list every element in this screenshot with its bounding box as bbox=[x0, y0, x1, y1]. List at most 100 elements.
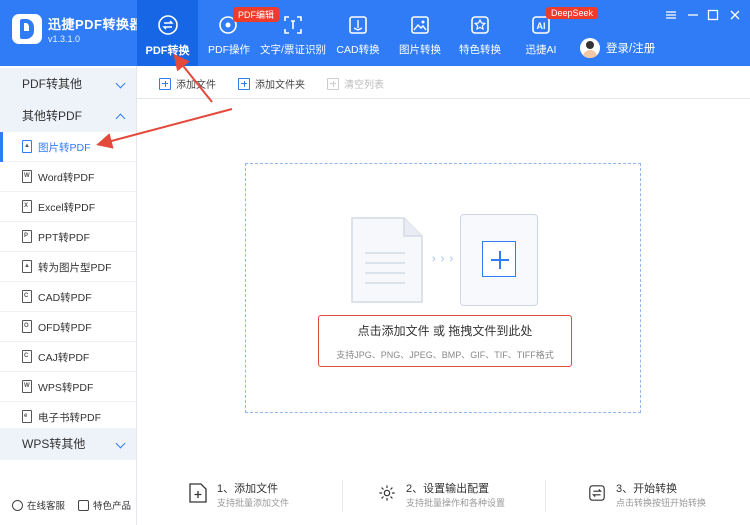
clear-list-label: 清空列表 bbox=[344, 80, 384, 91]
tab-cad[interactable]: CAD转换 bbox=[330, 0, 386, 66]
minimize-icon[interactable] bbox=[686, 8, 700, 22]
ofd-file-icon: O bbox=[22, 320, 32, 333]
chevron-down-icon bbox=[115, 438, 126, 449]
add-file-button[interactable]: 添加文件 bbox=[159, 76, 216, 91]
convert-icon bbox=[157, 15, 178, 35]
featured-products-button[interactable]: 特色产品 bbox=[78, 498, 131, 512]
title-bar: 迅捷PDF转换器 v1.3.1.0 PDF转换 PDF操作 PDF编辑 文字/票… bbox=[0, 0, 750, 66]
products-label: 特色产品 bbox=[93, 501, 132, 512]
sidebar-item-label: PPT转PDF bbox=[38, 232, 90, 244]
step-title: 3、开始转换 bbox=[616, 483, 678, 495]
chevron-up-icon bbox=[115, 113, 126, 124]
step-add-file: 1、添加文件 支持批量添加文件 bbox=[189, 478, 329, 514]
wps-file-icon: W bbox=[22, 380, 32, 393]
products-icon bbox=[78, 499, 89, 511]
ebook-file-icon: e bbox=[22, 410, 32, 423]
drop-hint[interactable]: 点击添加文件 或 拖拽文件到此处 支持JPG、PNG、JPEG、BMP、GIF、… bbox=[318, 315, 572, 367]
file-drop-zone[interactable] bbox=[245, 163, 641, 413]
sidebar-item-label: CAD转PDF bbox=[38, 292, 92, 304]
sidebar-item-caj-to-pdf[interactable]: C CAJ转PDF bbox=[0, 342, 136, 372]
drop-hint-formats: 支持JPG、PNG、JPEG、BMP、GIF、TIF、TIFF格式 bbox=[336, 350, 554, 360]
sidebar-item-ofd-to-pdf[interactable]: O OFD转PDF bbox=[0, 312, 136, 342]
app-logo-icon bbox=[12, 14, 42, 44]
step-sub: 支持批量操作和各种设置 bbox=[406, 498, 506, 508]
step-sub: 支持批量添加文件 bbox=[217, 498, 290, 508]
group-label: PDF转其他 bbox=[22, 77, 83, 91]
app-name: 迅捷PDF转换器 bbox=[48, 17, 144, 32]
close-icon[interactable] bbox=[728, 8, 742, 22]
sidebar-item-excel-to-pdf[interactable]: X Excel转PDF bbox=[0, 192, 136, 222]
pdf-edit-badge: PDF编辑 bbox=[233, 7, 280, 22]
sidebar-item-label: CAJ转PDF bbox=[38, 352, 90, 364]
sidebar-item-label: OFD转PDF bbox=[38, 322, 92, 334]
tab-special-convert[interactable]: 特色转换 bbox=[452, 0, 508, 66]
ocr-scan-icon bbox=[284, 16, 302, 34]
tab-label: 迅捷AI bbox=[525, 44, 557, 56]
sidebar-group-other-to-pdf[interactable]: 其他转PDF bbox=[0, 100, 136, 132]
sidebar-item-label: 转为图片型PDF bbox=[38, 262, 112, 274]
step-divider bbox=[342, 480, 343, 512]
add-file-label: 添加文件 bbox=[176, 80, 216, 91]
deepseek-badge: DeepSeek bbox=[546, 7, 599, 19]
step-title: 1、添加文件 bbox=[217, 483, 279, 495]
caj-file-icon: C bbox=[22, 350, 32, 363]
convert-step-icon bbox=[589, 485, 605, 501]
drop-hint-main: 点击添加文件 或 拖拽文件到此处 bbox=[357, 324, 533, 338]
add-folder-icon bbox=[238, 77, 250, 90]
document-icon bbox=[351, 217, 423, 303]
sidebar-item-word-to-pdf[interactable]: W Word转PDF bbox=[0, 162, 136, 192]
tab-image-convert[interactable]: 图片转换 bbox=[392, 0, 448, 66]
chevron-down-icon bbox=[115, 78, 126, 89]
sidebar-item-label: Word转PDF bbox=[38, 172, 95, 184]
sidebar-item-label: WPS转PDF bbox=[38, 382, 94, 394]
svg-text:AI: AI bbox=[537, 21, 546, 31]
tab-label: 特色转换 bbox=[459, 44, 501, 56]
image-icon bbox=[411, 16, 429, 34]
sidebar-item-label: 电子书转PDF bbox=[38, 412, 101, 424]
add-file-icon bbox=[159, 77, 171, 90]
login-label: 登录/注册 bbox=[606, 43, 656, 55]
login-button[interactable]: 登录/注册 bbox=[580, 38, 655, 58]
add-box[interactable] bbox=[460, 214, 538, 306]
cad-icon bbox=[349, 16, 367, 34]
star-icon bbox=[471, 16, 489, 34]
sidebar: PDF转其他 其他转PDF ▲ 图片转PDF W Word转PDF X Exce… bbox=[0, 66, 137, 525]
step-start-convert: 3、开始转换 点击转换按钮开始转换 bbox=[588, 478, 728, 514]
step-title: 2、设置输出配置 bbox=[406, 483, 490, 495]
sidebar-item-cad-to-pdf[interactable]: C CAD转PDF bbox=[0, 282, 136, 312]
clear-list-button[interactable]: 清空列表 bbox=[327, 76, 384, 91]
avatar bbox=[580, 38, 600, 58]
menu-icon[interactable] bbox=[664, 8, 678, 22]
sidebar-item-ppt-to-pdf[interactable]: P PPT转PDF bbox=[0, 222, 136, 252]
app-version: v1.3.1.0 bbox=[48, 34, 81, 44]
image-pdf-icon: ▲ bbox=[22, 260, 32, 273]
sidebar-item-wps-to-pdf[interactable]: W WPS转PDF bbox=[0, 372, 136, 402]
sidebar-item-image-type-pdf[interactable]: ▲ 转为图片型PDF bbox=[0, 252, 136, 282]
tab-label: 文字/票证识别 bbox=[260, 44, 326, 56]
online-support-button[interactable]: 在线客服 bbox=[12, 498, 65, 512]
sidebar-item-image-to-pdf[interactable]: ▲ 图片转PDF bbox=[0, 132, 136, 162]
support-icon bbox=[12, 499, 23, 511]
step-sub: 点击转换按钮开始转换 bbox=[616, 498, 707, 508]
plus-icon bbox=[482, 241, 516, 277]
arrows-icon: › › › bbox=[432, 253, 455, 265]
add-folder-label: 添加文件夹 bbox=[255, 80, 305, 91]
add-folder-button[interactable]: 添加文件夹 bbox=[238, 76, 305, 91]
step-output-settings: 2、设置输出配置 支持批量操作和各种设置 bbox=[378, 478, 518, 514]
tab-pdf-convert[interactable]: PDF转换 bbox=[137, 0, 198, 66]
tab-label: PDF操作 bbox=[208, 44, 250, 56]
image-file-icon: ▲ bbox=[22, 140, 32, 153]
ppt-file-icon: P bbox=[22, 230, 32, 243]
settings-step-icon bbox=[379, 485, 395, 501]
tab-label: PDF转换 bbox=[145, 45, 190, 57]
maximize-icon[interactable] bbox=[706, 8, 720, 22]
tab-label: CAD转换 bbox=[336, 44, 380, 56]
sidebar-group-pdf-to-other[interactable]: PDF转其他 bbox=[0, 68, 136, 100]
cad-file-icon: C bbox=[22, 290, 32, 303]
excel-file-icon: X bbox=[22, 200, 32, 213]
sidebar-item-label: 图片转PDF bbox=[38, 142, 91, 154]
step-divider bbox=[545, 480, 546, 512]
sidebar-item-label: Excel转PDF bbox=[38, 202, 96, 214]
trash-icon bbox=[327, 77, 339, 90]
sidebar-group-wps-to-other[interactable]: WPS转其他 bbox=[0, 428, 136, 460]
